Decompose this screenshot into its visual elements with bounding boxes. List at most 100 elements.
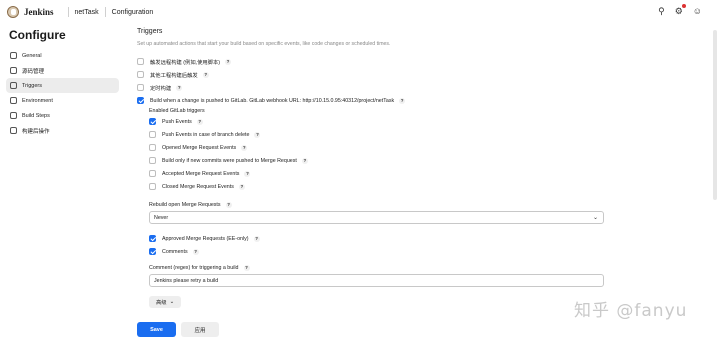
chevron-down-icon: ⌄ xyxy=(592,215,598,221)
checkbox[interactable] xyxy=(149,157,156,164)
globe-icon xyxy=(10,97,17,104)
apply-button[interactable]: 应用 xyxy=(181,322,219,337)
option-label: Build when a change is pushed to GitLab.… xyxy=(150,97,395,104)
select-value: Never xyxy=(154,214,169,221)
rebuild-mr-label: Rebuild open Merge Requests? xyxy=(149,202,607,208)
gitlab-event-new-commits-mr[interactable]: Build only if new commits were pushed to… xyxy=(149,154,607,167)
steps-icon xyxy=(10,112,17,119)
option-label: Accepted Merge Request Events xyxy=(162,170,240,177)
trigger-after-other-project[interactable]: 其他工程构建后触发? xyxy=(137,68,607,81)
option-label: Push Events xyxy=(162,118,192,125)
help-icon[interactable]: ? xyxy=(196,118,203,125)
checkbox[interactable] xyxy=(137,97,144,104)
sidebar-item-label: Triggers xyxy=(22,82,42,89)
checkbox[interactable] xyxy=(149,131,156,138)
search-icon[interactable]: ⚲ xyxy=(658,6,665,17)
comment-regex-label: Comment (regex) for triggering a build? xyxy=(149,265,607,271)
approved-mr-option[interactable]: Approved Merge Requests (EE-only)? xyxy=(149,232,607,245)
advanced-button[interactable]: 高级 ⌄ xyxy=(149,296,181,308)
gitlab-triggers-label: Enabled GitLab triggers xyxy=(149,108,205,114)
sidebar-item-triggers[interactable]: Triggers xyxy=(6,78,119,93)
chevron-down-icon: ⌄ xyxy=(169,299,175,305)
field-label-text: Comment (regex) for triggering a build xyxy=(149,265,239,271)
option-label: 其他工程构建后触发 xyxy=(150,72,198,79)
option-label: Push Events in case of branch delete xyxy=(162,131,250,138)
help-icon[interactable]: ? xyxy=(243,265,250,271)
breadcrumb-separator xyxy=(67,7,69,17)
help-icon[interactable]: ? xyxy=(176,84,183,91)
jenkins-logo-icon[interactable] xyxy=(7,6,19,18)
option-label: Comments xyxy=(162,248,188,255)
checkbox[interactable] xyxy=(149,118,156,125)
sidebar-item-label: Build Steps xyxy=(22,112,50,119)
advanced-label: 高级 xyxy=(155,300,167,306)
help-icon[interactable]: ? xyxy=(225,202,232,208)
trigger-remote-build[interactable]: 触发远程构建 (例如,使用脚本)? xyxy=(137,55,607,68)
section-title: Triggers xyxy=(137,28,163,35)
breadcrumb-separator xyxy=(104,7,106,17)
comments-option[interactable]: Comments? xyxy=(149,245,607,258)
gitlab-event-branch-delete[interactable]: Push Events in case of branch delete? xyxy=(149,128,607,141)
gear-icon xyxy=(10,52,17,59)
checkbox[interactable] xyxy=(137,71,144,78)
sidebar: Configure General 源码管理 Triggers Environm… xyxy=(0,24,125,342)
sidebar-item-environment[interactable]: Environment xyxy=(6,93,119,108)
option-label: Closed Merge Request Events xyxy=(162,183,234,190)
brand-name[interactable]: Jenkins xyxy=(24,7,54,17)
bell-icon[interactable]: ⚙ xyxy=(675,4,686,17)
checkbox[interactable] xyxy=(137,84,144,91)
help-icon[interactable]: ? xyxy=(238,183,245,190)
help-icon[interactable]: ? xyxy=(254,131,261,138)
help-icon[interactable]: ? xyxy=(244,170,251,177)
save-button[interactable]: Save xyxy=(137,322,176,337)
input-value: Jenkins please retry a build xyxy=(154,277,219,284)
checkbox[interactable] xyxy=(149,183,156,190)
sidebar-item-label: General xyxy=(22,52,42,59)
checkbox[interactable] xyxy=(149,144,156,151)
checkbox[interactable] xyxy=(149,235,156,242)
scrollbar[interactable] xyxy=(713,30,717,200)
help-icon[interactable]: ? xyxy=(192,248,199,255)
watermark: 知乎 @fanyu xyxy=(574,301,688,321)
sidebar-item-general[interactable]: General xyxy=(6,48,119,63)
breadcrumb-project[interactable]: netTask xyxy=(75,9,99,16)
gitlab-event-accepted-mr[interactable]: Accepted Merge Request Events? xyxy=(149,167,607,180)
breadcrumb-configuration[interactable]: Configuration xyxy=(112,9,154,16)
sidebar-item-source[interactable]: 源码管理 xyxy=(6,63,119,78)
source-icon xyxy=(10,67,17,74)
main-content: Triggers Set up automated actions that s… xyxy=(137,24,607,308)
field-label-text: Rebuild open Merge Requests xyxy=(149,202,221,208)
section-description: Set up automated actions that start your… xyxy=(137,41,391,47)
option-label: Build only if new commits were pushed to… xyxy=(162,157,297,164)
sidebar-title: Configure xyxy=(9,28,66,42)
help-icon[interactable]: ? xyxy=(253,235,260,242)
help-icon[interactable]: ? xyxy=(241,144,248,151)
bottom-bar: Save 应用 xyxy=(0,318,720,342)
option-label: 定时构建 xyxy=(150,85,172,92)
comment-regex-input[interactable]: Jenkins please retry a build xyxy=(149,274,604,287)
gitlab-event-closed-mr[interactable]: Closed Merge Request Events? xyxy=(149,180,607,193)
gitlab-event-opened-mr[interactable]: Opened Merge Request Events? xyxy=(149,141,607,154)
sidebar-item-label: Environment xyxy=(22,97,53,104)
help-icon[interactable]: ? xyxy=(301,157,308,164)
top-bar: Jenkins netTask Configuration ⚲ ⚙ ☺ xyxy=(0,0,720,24)
cube-icon xyxy=(10,127,17,134)
help-icon[interactable]: ? xyxy=(225,58,232,65)
clock-icon xyxy=(10,82,17,89)
help-icon[interactable]: ? xyxy=(399,97,406,104)
sidebar-item-post-build[interactable]: 构建后操作 xyxy=(6,123,119,138)
sidebar-item-label: 源码管理 xyxy=(22,68,45,75)
option-label: Approved Merge Requests (EE-only) xyxy=(162,235,249,242)
user-icon[interactable]: ☺ xyxy=(693,6,702,17)
checkbox[interactable] xyxy=(137,58,144,65)
trigger-gitlab-push[interactable]: Build when a change is pushed to GitLab.… xyxy=(137,94,607,107)
trigger-scheduled-build[interactable]: 定时构建? xyxy=(137,81,607,94)
sidebar-item-label: 构建后操作 xyxy=(22,128,50,135)
checkbox[interactable] xyxy=(149,170,156,177)
checkbox[interactable] xyxy=(149,248,156,255)
help-icon[interactable]: ? xyxy=(202,71,209,78)
option-label: Opened Merge Request Events xyxy=(162,144,237,151)
gitlab-event-push[interactable]: Push Events? xyxy=(149,115,607,128)
rebuild-mr-select[interactable]: Never ⌄ xyxy=(149,211,604,224)
sidebar-item-build-steps[interactable]: Build Steps xyxy=(6,108,119,123)
